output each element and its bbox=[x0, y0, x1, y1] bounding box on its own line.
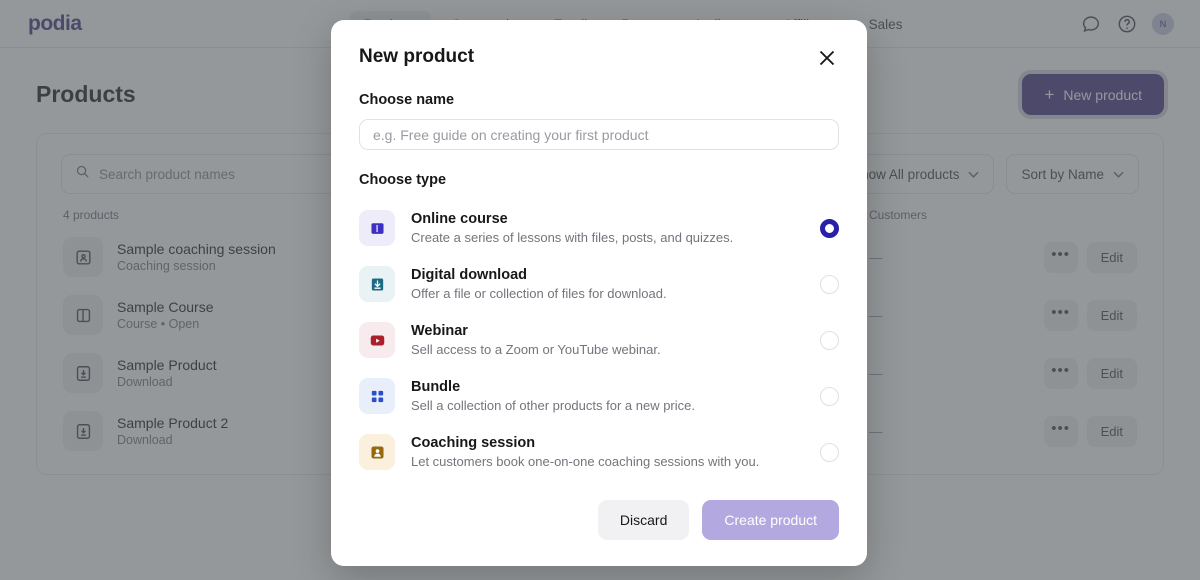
product-type-radio[interactable] bbox=[820, 443, 839, 462]
product-type-name: Digital download bbox=[411, 267, 820, 283]
discard-button[interactable]: Discard bbox=[598, 500, 689, 540]
product-type-info: Online course Create a series of lessons … bbox=[411, 211, 820, 245]
product-type-info: Webinar Sell access to a Zoom or YouTube … bbox=[411, 323, 820, 357]
modal-header: New product bbox=[359, 46, 839, 70]
product-type-option-bundle[interactable]: Bundle Sell a collection of other product… bbox=[359, 368, 839, 424]
product-type-desc: Let customers book one-on-one coaching s… bbox=[411, 454, 820, 469]
product-type-name: Webinar bbox=[411, 323, 820, 339]
coaching-session-icon bbox=[359, 434, 395, 470]
bundle-icon bbox=[359, 378, 395, 414]
product-type-radio[interactable] bbox=[820, 387, 839, 406]
product-type-name: Coaching session bbox=[411, 435, 820, 451]
product-type-list: Online course Create a series of lessons … bbox=[359, 200, 839, 480]
product-type-desc: Offer a file or collection of files for … bbox=[411, 286, 820, 301]
new-product-modal: New product Choose name Choose type Onli… bbox=[331, 20, 867, 566]
webinar-icon bbox=[359, 322, 395, 358]
choose-name-label: Choose name bbox=[359, 92, 839, 108]
product-type-option-online-course[interactable]: Online course Create a series of lessons … bbox=[359, 200, 839, 256]
product-type-info: Bundle Sell a collection of other product… bbox=[411, 379, 820, 413]
product-name-input[interactable] bbox=[359, 119, 839, 150]
create-product-button[interactable]: Create product bbox=[702, 500, 839, 540]
product-type-info: Coaching session Let customers book one-o… bbox=[411, 435, 820, 469]
product-type-option-coaching-session[interactable]: Coaching session Let customers book one-o… bbox=[359, 424, 839, 480]
product-type-option-webinar[interactable]: Webinar Sell access to a Zoom or YouTube … bbox=[359, 312, 839, 368]
product-type-desc: Sell a collection of other products for … bbox=[411, 398, 820, 413]
product-type-desc: Sell access to a Zoom or YouTube webinar… bbox=[411, 342, 820, 357]
product-type-name: Bundle bbox=[411, 379, 820, 395]
modal-footer: Discard Create product bbox=[359, 480, 839, 566]
product-type-desc: Create a series of lessons with files, p… bbox=[411, 230, 820, 245]
modal-title: New product bbox=[359, 46, 474, 68]
product-type-name: Online course bbox=[411, 211, 820, 227]
product-type-option-digital-download[interactable]: Digital download Offer a file or collecti… bbox=[359, 256, 839, 312]
product-type-radio[interactable] bbox=[820, 219, 839, 238]
choose-type-label: Choose type bbox=[359, 172, 839, 188]
product-type-radio[interactable] bbox=[820, 275, 839, 294]
digital-download-icon bbox=[359, 266, 395, 302]
online-course-icon bbox=[359, 210, 395, 246]
close-icon[interactable] bbox=[815, 46, 839, 70]
product-type-radio[interactable] bbox=[820, 331, 839, 350]
product-type-info: Digital download Offer a file or collecti… bbox=[411, 267, 820, 301]
